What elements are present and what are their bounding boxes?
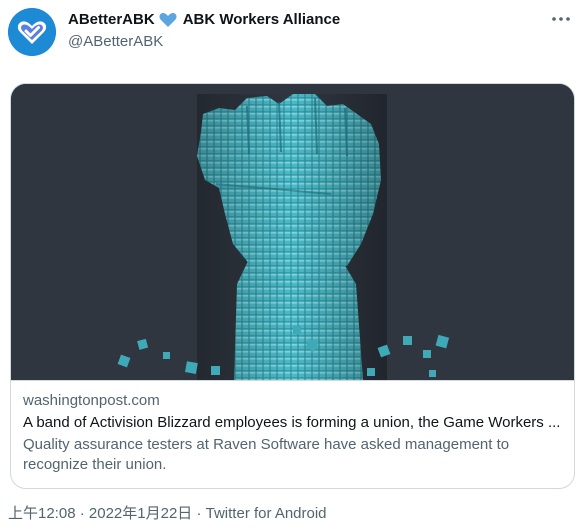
blue-heart-icon — [159, 13, 177, 27]
org-name: ABK Workers Alliance — [182, 11, 341, 28]
author-handle[interactable]: @ABetterABK — [68, 32, 340, 52]
heart-check-logo-icon — [8, 8, 56, 56]
display-name[interactable]: ABetterABK ABK Workers Alliance — [68, 10, 340, 30]
card-title: A band of Activision Blizzard employees … — [23, 414, 561, 431]
voxel-fist-image — [11, 84, 574, 380]
profile-avatar[interactable] — [8, 8, 56, 56]
tweet-metadata: 上午12:08 · 2022年1月22日 · Twitter for Andro… — [8, 504, 327, 524]
more-options-icon[interactable] — [550, 14, 572, 24]
author-name: ABetterABK — [68, 11, 155, 28]
meta-separator: · — [192, 505, 206, 522]
link-preview-card[interactable]: washingtonpost.com A band of Activision … — [10, 83, 575, 489]
tweet-time[interactable]: 上午12:08 · 2022年1月22日 — [8, 505, 192, 522]
card-image[interactable] — [11, 84, 574, 380]
card-domain: washingtonpost.com — [23, 392, 160, 409]
tweet-source[interactable]: Twitter for Android — [206, 505, 327, 522]
card-text: washingtonpost.com A band of Activision … — [11, 380, 574, 488]
tweet-header: ABetterABK ABK Workers Alliance @ABetter… — [0, 0, 586, 70]
card-description: Quality assurance testers at Raven Softw… — [23, 436, 510, 473]
